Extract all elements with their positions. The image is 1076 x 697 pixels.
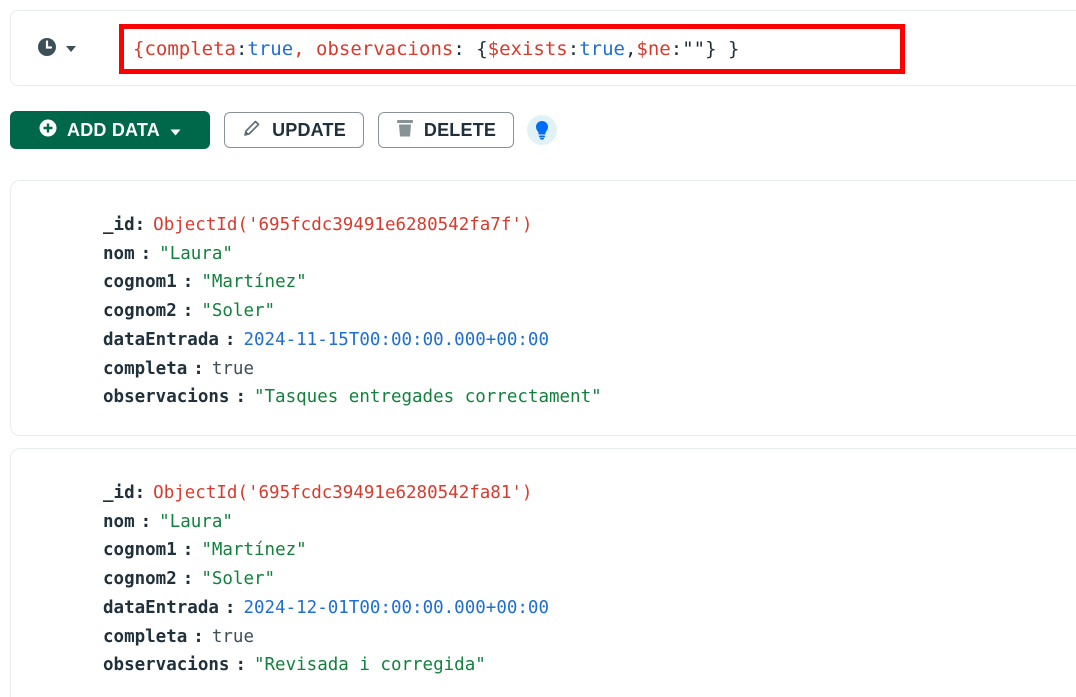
field-key: nom [103, 511, 135, 532]
field-key: completa [103, 626, 188, 647]
field-value: "Revisada i corregida" [253, 655, 486, 676]
document-field-nom: nom: "Laura" [103, 240, 233, 268]
field-value: "Laura" [159, 243, 233, 264]
trash-icon [396, 118, 414, 143]
field-value: "Soler" [201, 569, 276, 590]
field-key: _id [103, 215, 135, 235]
field-key: completa [103, 358, 188, 379]
field-separator: : [182, 569, 194, 590]
delete-label: DELETE [423, 119, 497, 140]
query-token: : [567, 38, 580, 60]
query-token: $exists [487, 38, 568, 60]
document-field-observacions: observacions: "Tasques entregades correct… [103, 383, 602, 411]
field-value: "Soler" [201, 301, 276, 322]
update-label: UPDATE [272, 119, 346, 140]
field-separator: : [182, 301, 194, 322]
chevron-down-icon [65, 40, 77, 58]
query-token: true [247, 38, 294, 60]
field-separator: : [235, 655, 246, 676]
query-token: true [579, 38, 625, 60]
document-field-cognom2: cognom2: "Soler" [103, 297, 275, 325]
field-separator: : [182, 540, 194, 561]
field-value: 2024-11-15T00:00:00.000+00:00 [243, 329, 549, 350]
field-key: cognom1 [103, 272, 177, 293]
chevron-down-icon [170, 120, 181, 141]
field-separator: : [134, 215, 146, 235]
field-key: _id [103, 483, 135, 503]
lightbulb-icon[interactable] [527, 115, 557, 145]
document-card[interactable]: _id: ObjectId('695fcdc39491e6280542fa7f')… [10, 180, 1076, 436]
document-field-cognom2: cognom2: "Soler" [103, 565, 275, 593]
document-field-_id: _id: ObjectId('695fcdc39491e6280542fa7f') [103, 211, 532, 239]
field-value: ObjectId('695fcdc39491e6280542fa7f') [153, 215, 533, 235]
query-token: } } [705, 38, 740, 60]
field-value: "Martínez" [201, 540, 307, 561]
query-token: , observacions [293, 38, 454, 60]
query-token: : { [453, 38, 488, 60]
query-token: , [624, 38, 637, 60]
add-data-label: ADD DATA [67, 119, 160, 140]
field-value: true [211, 358, 254, 379]
document-field-nom: nom: "Laura" [103, 508, 233, 536]
document-field-completa: completa: true [103, 623, 254, 651]
field-value: 2024-12-01T00:00:00.000+00:00 [243, 597, 549, 618]
pencil-icon [242, 118, 262, 143]
document-card[interactable]: _id: ObjectId('695fcdc39491e6280542fa81')… [10, 448, 1076, 697]
field-key: cognom1 [103, 540, 177, 561]
update-button[interactable]: UPDATE [224, 112, 364, 148]
query-token: : [235, 38, 248, 60]
field-key: nom [103, 243, 135, 264]
field-separator: : [235, 387, 246, 408]
query-token: $ne [636, 38, 671, 60]
field-key: cognom2 [103, 569, 177, 590]
document-field-completa: completa: true [103, 355, 254, 383]
document-field-cognom1: cognom1: "Martínez" [103, 268, 307, 296]
filter-query-input[interactable]: {completa: true, observacions: { $exists… [119, 24, 905, 74]
field-key: dataEntrada [103, 329, 219, 350]
field-separator: : [224, 597, 236, 618]
field-separator: : [224, 329, 236, 350]
plus-circle-icon [39, 119, 57, 142]
document-field-_id: _id: ObjectId('695fcdc39491e6280542fa81') [103, 479, 532, 507]
field-separator: : [193, 626, 204, 647]
field-value: "Martínez" [201, 272, 307, 293]
field-separator: : [193, 358, 204, 379]
query-token: : [670, 38, 683, 60]
field-value: true [211, 626, 254, 647]
field-value: "Laura" [159, 511, 233, 532]
field-separator: : [140, 243, 152, 264]
delete-button[interactable]: DELETE [378, 112, 514, 148]
clock-icon [37, 37, 57, 62]
query-bar: {completa: true, observacions: { $exists… [10, 10, 1076, 86]
document-field-dataEntrada: dataEntrada:2024-11-15T00:00:00.000+00:0… [103, 326, 549, 354]
field-value: ObjectId('695fcdc39491e6280542fa81') [153, 483, 533, 503]
field-value: "Tasques entregades correctament" [253, 387, 602, 408]
add-data-button[interactable]: ADD DATA [10, 111, 210, 149]
field-separator: : [134, 483, 146, 503]
query-token: {completa [133, 38, 236, 60]
field-key: cognom2 [103, 301, 177, 322]
document-field-cognom1: cognom1: "Martínez" [103, 536, 307, 564]
field-key: dataEntrada [103, 597, 219, 618]
document-field-observacions: observacions: "Revisada i corregida" [103, 651, 486, 679]
field-key: observacions [103, 655, 230, 676]
query-token: "" [682, 38, 706, 60]
field-separator: : [182, 272, 194, 293]
query-history-button[interactable] [37, 37, 97, 61]
field-separator: : [140, 511, 152, 532]
field-key: observacions [103, 387, 230, 408]
document-field-dataEntrada: dataEntrada:2024-12-01T00:00:00.000+00:0… [103, 594, 549, 622]
